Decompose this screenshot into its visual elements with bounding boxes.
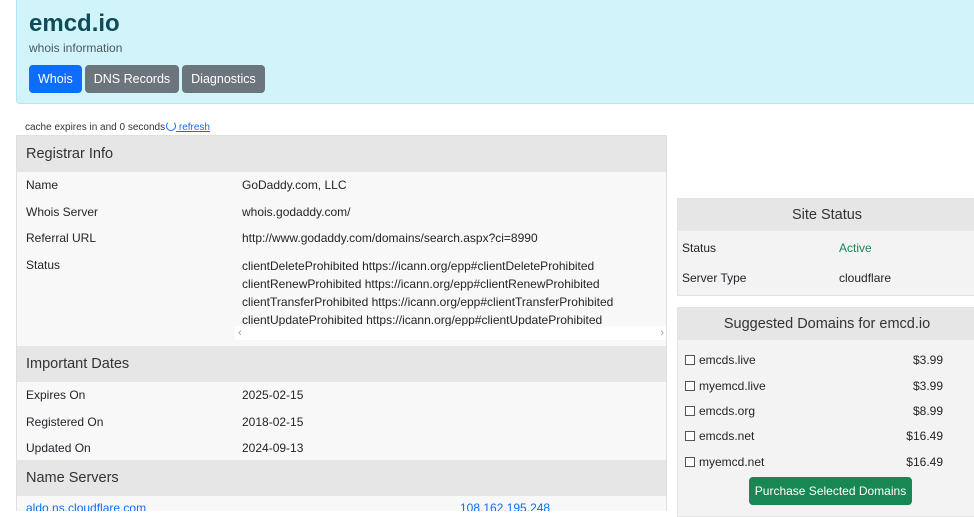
suggested-domain-row: emcds.live $3.99 — [685, 353, 965, 367]
page-subtitle: whois information — [29, 41, 123, 55]
tab-diagnostics[interactable]: Diagnostics — [182, 65, 265, 93]
tab-dns-records[interactable]: DNS Records — [84, 65, 180, 93]
domain-price: $8.99 — [912, 404, 943, 418]
whois-server-value: whois.godaddy.com/ — [242, 205, 351, 219]
refresh-icon[interactable] — [166, 121, 177, 131]
name-server-link[interactable]: aldo.ns.cloudflare.com — [26, 501, 146, 511]
domain-price: $16.49 — [906, 429, 943, 443]
expires-on-value: 2025-02-15 — [242, 388, 304, 402]
registered-on-value: 2018-02-15 — [242, 415, 304, 429]
name-label: Name — [26, 178, 59, 192]
name-value: GoDaddy.com, LLC — [242, 178, 347, 192]
refresh-link[interactable]: refresh — [176, 122, 210, 133]
suggested-domain-row: myemcd.live $3.99 — [685, 379, 965, 393]
domain-name: emcds.net — [699, 429, 755, 443]
site-status-label: Status — [682, 241, 717, 255]
status-line: clientDeleteProhibited https://icann.org… — [242, 259, 595, 273]
page-title: emcd.io — [29, 10, 120, 37]
registrar-info-heading: Registrar Info — [17, 136, 666, 172]
domain-checkbox[interactable] — [685, 406, 695, 416]
updated-on-value: 2024-09-13 — [242, 441, 304, 455]
cache-info: cache expires in and 0 seconds refresh — [25, 121, 210, 133]
suggested-domains-heading: Suggested Domains for emcd.io — [678, 308, 974, 340]
domain-checkbox[interactable] — [685, 381, 695, 391]
suggested-domain-row: emcds.net $16.49 — [685, 429, 965, 443]
referral-url-value: http://www.godaddy.com/domains/search.as… — [242, 231, 538, 245]
tab-whois[interactable]: Whois — [29, 65, 82, 93]
status-line: clientTransferProhibited https://icann.o… — [242, 295, 614, 309]
domain-checkbox[interactable] — [685, 457, 695, 467]
domain-name: emcds.org — [699, 404, 756, 418]
site-status-heading: Site Status — [678, 199, 974, 231]
important-dates-heading: Important Dates — [17, 346, 666, 382]
whois-server-label: Whois Server — [26, 205, 99, 219]
domain-price: $16.49 — [906, 455, 943, 469]
tab-bar: Whois DNS Records Diagnostics — [29, 65, 265, 93]
suggested-domain-row: myemcd.net $16.49 — [685, 455, 965, 469]
purchase-selected-domains-button[interactable]: Purchase Selected Domains — [749, 477, 912, 505]
page-header: emcd.io whois information Whois DNS Reco… — [16, 0, 974, 104]
status-line: clientRenewProhibited https://icann.org/… — [242, 277, 600, 291]
site-status-value: Active — [839, 241, 872, 255]
whois-details-panel: Registrar Info Name GoDaddy.com, LLC Who… — [16, 135, 667, 511]
domain-name: myemcd.net — [699, 455, 765, 469]
server-type-label: Server Type — [682, 271, 747, 285]
domain-price: $3.99 — [912, 379, 943, 393]
suggested-domains-panel: Suggested Domains for emcd.io emcds.live… — [677, 307, 974, 517]
domain-checkbox[interactable] — [685, 355, 695, 365]
scroll-left-icon[interactable]: ‹ — [238, 326, 242, 340]
domain-price: $3.99 — [912, 353, 943, 367]
registered-on-label: Registered On — [26, 415, 104, 429]
name-server-ip-link[interactable]: 108.162.195.248 — [460, 501, 550, 511]
suggested-domain-row: emcds.org $8.99 — [685, 404, 965, 418]
cache-text: cache expires in and 0 seconds — [25, 122, 166, 133]
domain-name: myemcd.live — [699, 379, 766, 393]
scroll-right-icon[interactable]: › — [660, 326, 664, 340]
site-status-panel: Site Status Status Active Server Type cl… — [677, 198, 974, 296]
referral-url-label: Referral URL — [26, 231, 97, 245]
name-servers-heading: Name Servers — [17, 460, 666, 496]
server-type-value: cloudflare — [839, 271, 892, 285]
status-label: Status — [26, 258, 61, 272]
domain-name: emcds.live — [699, 353, 756, 367]
status-horizontal-scrollbar[interactable]: ‹ › — [235, 326, 666, 340]
updated-on-label: Updated On — [26, 441, 91, 455]
domain-checkbox[interactable] — [685, 431, 695, 441]
expires-on-label: Expires On — [26, 388, 86, 402]
